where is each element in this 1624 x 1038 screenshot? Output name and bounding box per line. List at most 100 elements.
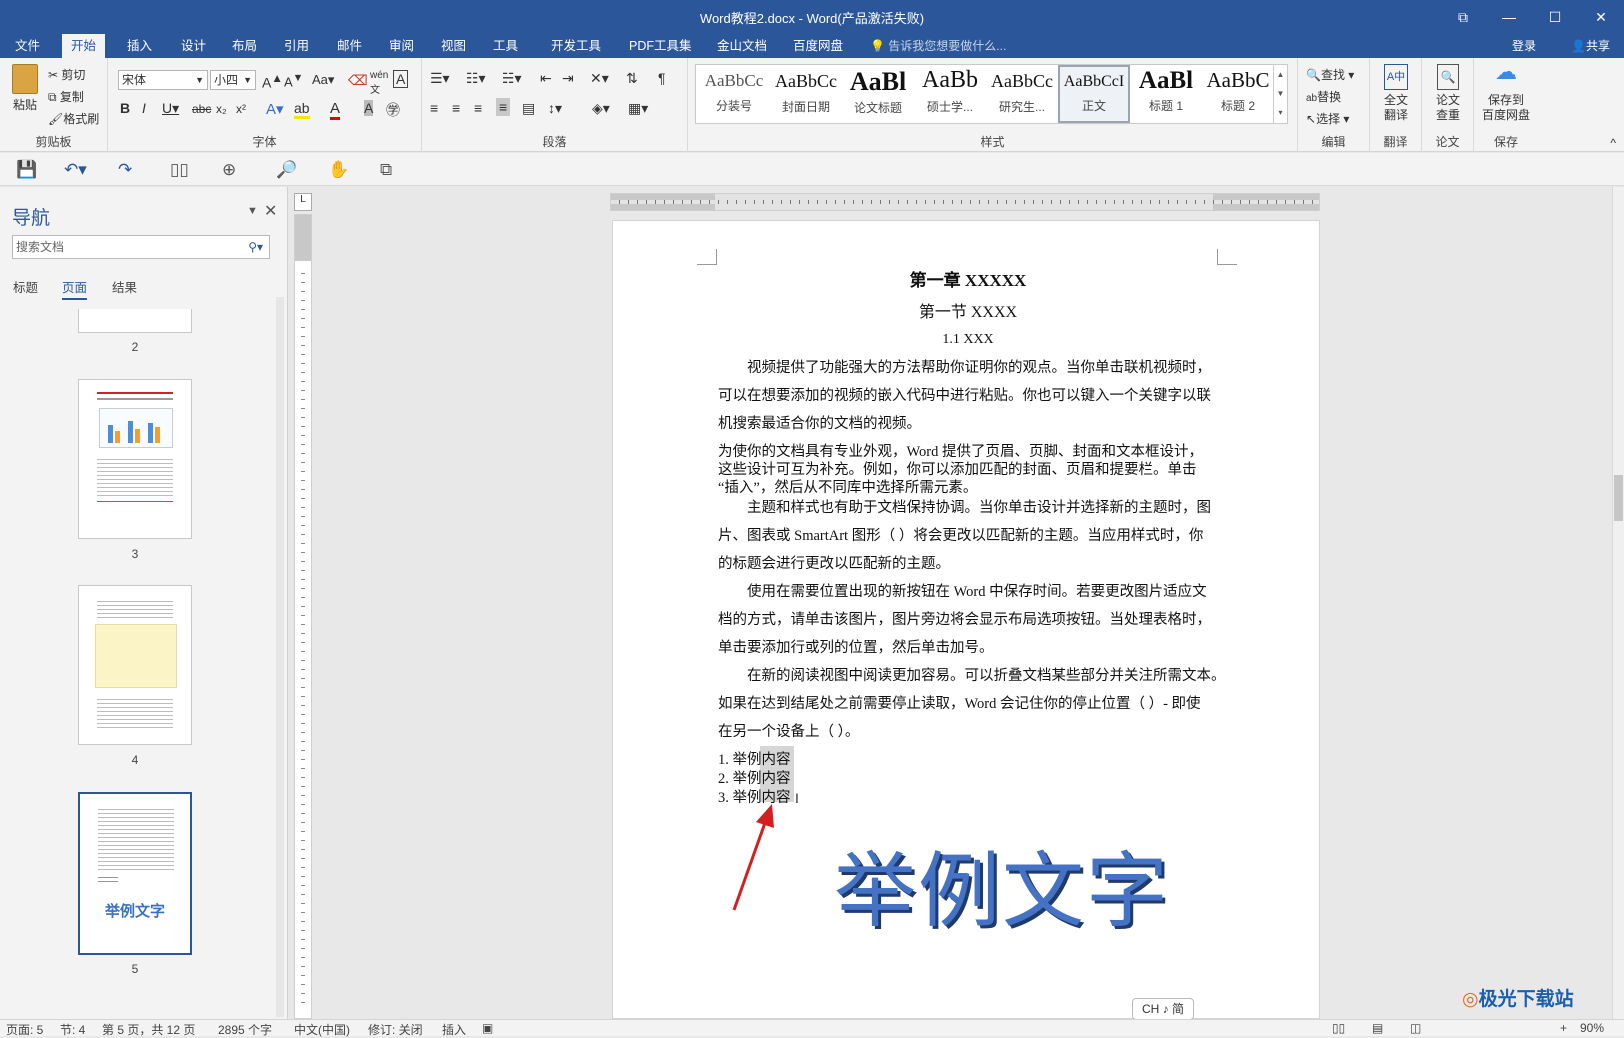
nav-tab-results[interactable]: 结果	[112, 277, 137, 296]
style-item[interactable]: AaBb 硕士学...	[914, 65, 986, 123]
font-name-select[interactable]: 宋体 ▼	[118, 70, 208, 90]
body-line[interactable]: 在另一个设备上（ ）。	[718, 720, 1218, 741]
styles-scroll[interactable]: ▲ ▼ ▾	[1273, 65, 1287, 123]
body-line[interactable]: 的标题会进行更改以匹配新的主题。	[718, 552, 1218, 573]
copy-button[interactable]: ⧉ 复制	[48, 88, 84, 105]
body-line[interactable]: 机搜索最适合你的文档的视频。	[718, 412, 1218, 433]
italic-icon[interactable]: I	[142, 100, 146, 116]
customize-qat-icon[interactable]: ⧉	[380, 160, 392, 180]
tell-me-box[interactable]: 💡 告诉我您想要做什么...	[870, 34, 1006, 58]
status-page-count[interactable]: 第 5 页，共 12 页	[102, 1021, 195, 1038]
status-language[interactable]: 中文(中国)	[294, 1021, 350, 1038]
show-marks-icon[interactable]: ¶	[658, 70, 666, 86]
wordart-text[interactable]: 举例文字	[834, 842, 1194, 942]
subscript-icon[interactable]: x₂	[216, 102, 227, 116]
zoom-level[interactable]: 90%	[1580, 1021, 1604, 1035]
section-heading[interactable]: 第一节 XXXX	[718, 298, 1218, 322]
tab-home[interactable]: 开始	[62, 34, 106, 58]
align-right-icon[interactable]: ≡	[474, 100, 482, 116]
ribbon-display-icon[interactable]: ⧉	[1440, 0, 1486, 34]
tab-review[interactable]: 审阅	[380, 34, 423, 58]
status-insert-mode[interactable]: 插入	[442, 1021, 466, 1038]
login-link[interactable]: 登录	[1512, 34, 1536, 58]
style-item[interactable]: AaBbCc 研究生...	[986, 65, 1058, 123]
close-icon[interactable]: ✕	[264, 201, 277, 221]
tab-view[interactable]: 视图	[432, 34, 475, 58]
vertical-ruler[interactable]	[294, 214, 312, 1019]
change-case-icon[interactable]: Aa▾	[312, 72, 334, 88]
justify-icon[interactable]: ≡	[496, 98, 511, 116]
web-layout-icon[interactable]: ⊕	[222, 160, 236, 180]
find-button[interactable]: 🔍查找 ▾	[1306, 66, 1354, 83]
borders-icon[interactable]: ▦▾	[628, 100, 648, 117]
enclose-char-icon[interactable]: ㊫	[386, 100, 400, 120]
style-item-normal[interactable]: AaBbCcI 正文	[1058, 65, 1130, 123]
horizontal-ruler[interactable]	[610, 193, 1320, 211]
underline-icon[interactable]: U▾	[162, 100, 179, 117]
print-layout-icon[interactable]: ▤	[1372, 1021, 1383, 1035]
superscript-icon[interactable]: x²	[236, 102, 246, 116]
tab-layout[interactable]: 布局	[223, 34, 266, 58]
shrink-font-icon[interactable]: A▼	[284, 72, 303, 89]
tab-kingsoft-docs[interactable]: 金山文档	[708, 34, 776, 58]
decrease-indent-icon[interactable]: ⇤	[540, 70, 552, 87]
nav-search-input[interactable]: 搜索文档 ⚲▾	[12, 235, 270, 259]
status-page[interactable]: 页面: 5	[6, 1021, 43, 1038]
increase-indent-icon[interactable]: ⇥	[562, 70, 574, 87]
search-icon[interactable]: ⚲▾	[248, 236, 263, 258]
ime-indicator[interactable]: CH ♪ 简	[1132, 998, 1194, 1020]
highlight-icon[interactable]: ab	[294, 100, 310, 119]
strikethrough-icon[interactable]: abc	[192, 102, 211, 116]
page-thumbnail-current[interactable]: 举例文字	[78, 792, 192, 955]
shading-icon[interactable]: ◈▾	[592, 100, 610, 117]
replace-button[interactable]: ab替换	[1306, 88, 1341, 105]
chinese-layout-icon[interactable]: ✕▾	[590, 70, 609, 87]
grow-font-icon[interactable]: A▲	[262, 72, 283, 91]
bullets-icon[interactable]: ☰▾	[430, 70, 450, 87]
style-item[interactable]: AaBbC 标题 2	[1202, 65, 1274, 123]
tab-mailings[interactable]: 邮件	[328, 34, 371, 58]
font-color-icon[interactable]: A	[330, 100, 341, 120]
style-item[interactable]: AaBbCc 封面日期	[770, 65, 842, 123]
body-line[interactable]: 片、图表或 SmartArt 图形（ ）将会更改以匹配新的主题。当应用样式时，你	[718, 524, 1218, 545]
body-line[interactable]: 在新的阅读视图中阅读更加容易。可以折叠文档某些部分并关注所需文本。	[718, 664, 1226, 685]
tab-tools[interactable]: 工具	[484, 34, 527, 58]
tab-baidu-netdisk[interactable]: 百度网盘	[784, 34, 852, 58]
body-line[interactable]: 档的方式，请单击该图片，图片旁边将会显示布局选项按钮。当处理表格时，	[718, 608, 1218, 629]
read-view-icon[interactable]: ▯▯	[1332, 1021, 1345, 1035]
undo-icon[interactable]: ↶▾	[64, 160, 87, 180]
minimize-button[interactable]: —	[1486, 0, 1532, 34]
style-item[interactable]: AaBl 标题 1	[1130, 65, 1202, 123]
touch-mode-icon[interactable]: ✋	[328, 160, 349, 180]
sort-icon[interactable]: ⇅	[626, 70, 638, 87]
clear-format-icon[interactable]: ⌫	[348, 72, 368, 89]
body-line[interactable]: “插入”，然后从不同库中选择所需元素。	[718, 476, 1218, 497]
print-preview-icon[interactable]: 🔎	[276, 160, 297, 180]
body-line[interactable]: 如果在达到结尾处之前需要停止读取，Word 会记住你的停止位置（ ）- 即使	[718, 692, 1218, 713]
paper-check-button[interactable]: 🔍 论文 查重	[1426, 64, 1470, 123]
paste-button[interactable]: 粘贴	[6, 64, 44, 113]
collapse-ribbon-icon[interactable]: ^	[1610, 136, 1616, 150]
body-line[interactable]: 可以在想要添加的视频的嵌入代码中进行粘贴。你也可以键入一个关键字以联	[718, 384, 1218, 405]
nav-scrollbar[interactable]	[276, 297, 284, 1017]
list-item[interactable]: 1. 举例内容	[718, 748, 838, 769]
zoom-in-icon[interactable]: +	[1560, 1021, 1567, 1035]
style-item[interactable]: AaBbCc 分装号	[698, 65, 770, 123]
multilevel-list-icon[interactable]: ☵▾	[502, 70, 522, 87]
body-line[interactable]: 主题和样式也有助于文档保持协调。当你单击设计并选择新的主题时，图	[718, 496, 1218, 517]
cut-button[interactable]: ✂ 剪切	[48, 66, 85, 83]
tab-design[interactable]: 设计	[172, 34, 215, 58]
status-section[interactable]: 节: 4	[60, 1021, 85, 1038]
chapter-heading[interactable]: 第一章 XXXXX	[718, 266, 1218, 291]
nav-tab-pages[interactable]: 页面	[62, 277, 88, 300]
select-button[interactable]: ↖选择 ▾	[1306, 110, 1349, 127]
status-track-changes[interactable]: 修订: 关闭	[368, 1021, 423, 1038]
macro-icon[interactable]: ▣	[482, 1021, 493, 1035]
tab-pdf-tools[interactable]: PDF工具集	[620, 34, 701, 58]
tab-file[interactable]: 文件	[6, 34, 49, 58]
char-border-icon[interactable]: A	[393, 70, 409, 88]
align-center-icon[interactable]: ≡	[452, 100, 460, 116]
format-painter-button[interactable]: 🖌格式刷	[48, 110, 99, 127]
status-word-count[interactable]: 2895 个字	[218, 1021, 272, 1038]
pinyin-guide-icon[interactable]: wén 文	[370, 70, 388, 96]
